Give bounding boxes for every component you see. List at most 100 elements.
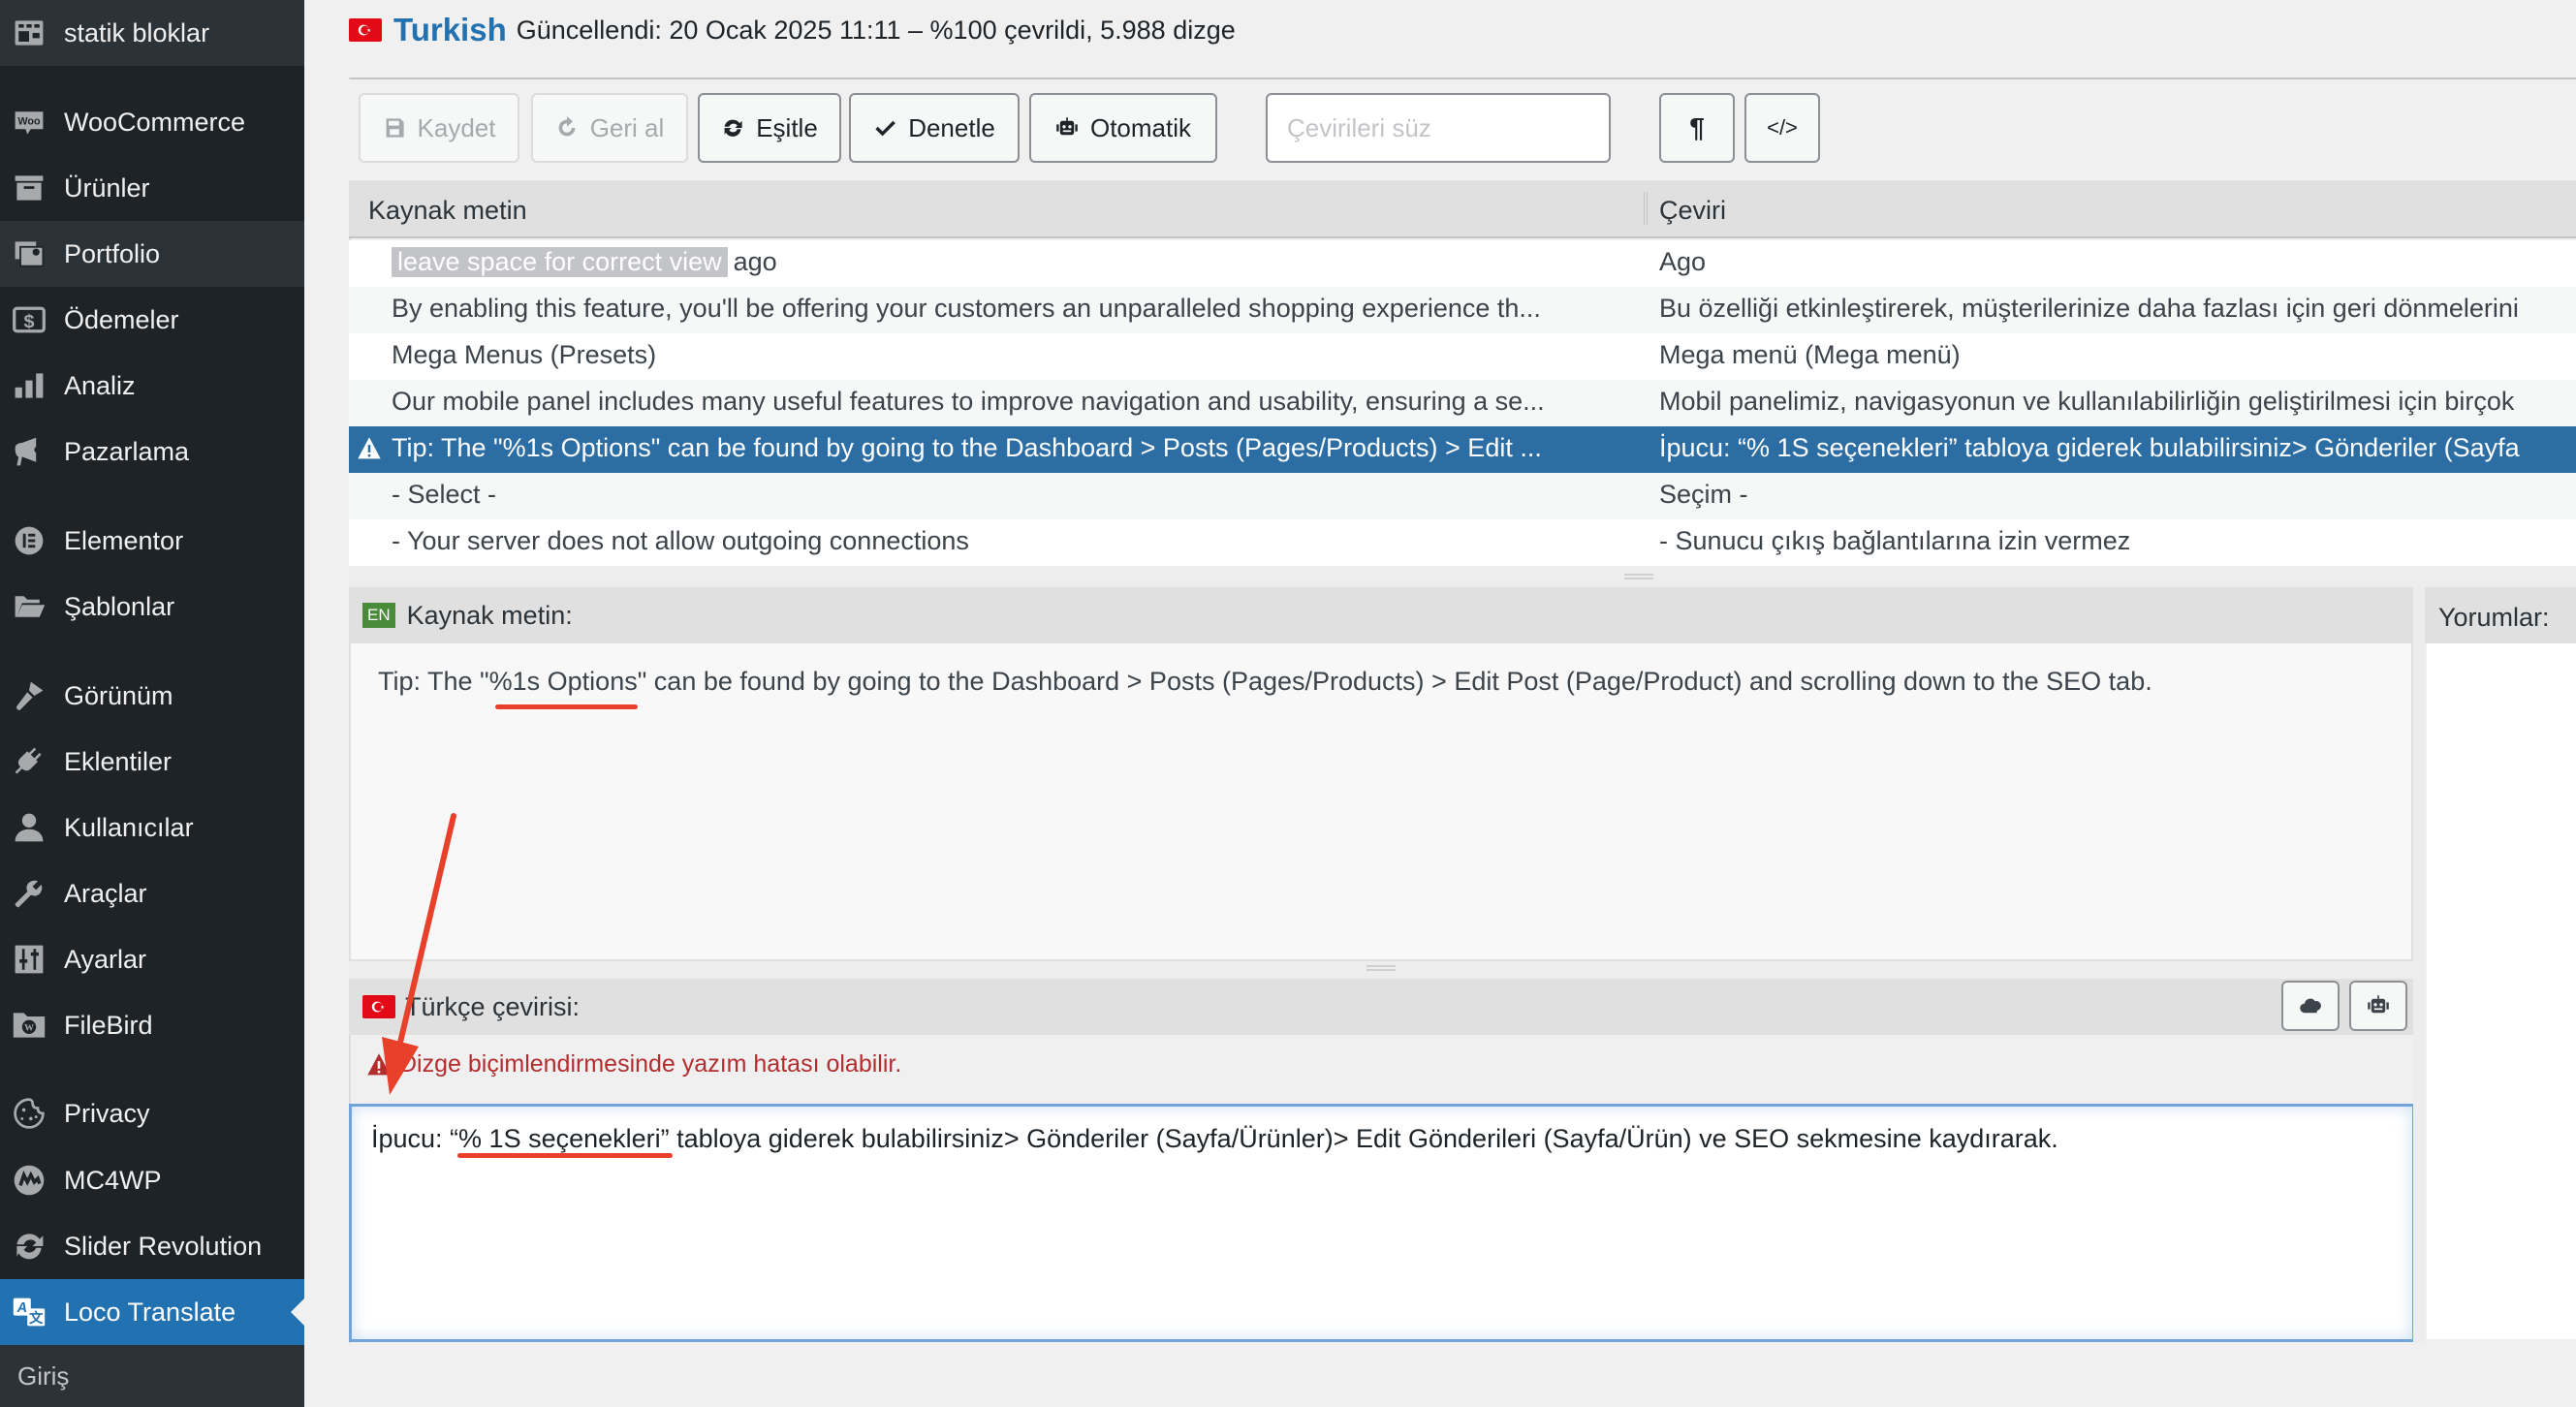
undo-refresh-icon [558,116,576,137]
comments-panel-header: Yorumlar: [2425,587,2576,643]
auto-translate-button[interactable]: Otomatik [1029,93,1217,163]
table-row-selected[interactable]: Tip: The "%1s Options" can be found by g… [349,426,2576,473]
filebird-folder-icon: W [10,1006,48,1045]
column-header-translation[interactable]: Çeviri [1659,196,1726,226]
translation-text: Ago [1659,247,1707,276]
sidebar-item-label: Slider Revolution [64,1231,263,1261]
source-panel-label: Kaynak metin: [406,600,573,630]
strings-list: leave space for correct view ago Ago By e… [349,240,2576,579]
sidebar-item-gorunum[interactable]: Görünüm [0,663,304,729]
sidebar-item-araclar[interactable]: Araçlar [0,860,304,926]
list-editor-splitter[interactable] [349,566,2576,587]
mc4wp-icon [10,1161,48,1200]
translation-textarea[interactable] [349,1104,2415,1342]
filter-translations-input[interactable] [1266,93,1611,163]
sidebar-item-label: Loco Translate [64,1297,236,1327]
source-text: Mega Menus (Presets) [392,340,657,369]
warning-icon [367,1052,391,1075]
pilcrow-icon: ¶ [1689,112,1705,142]
sidebar-item-filebird[interactable]: W FileBird [0,992,304,1058]
sidebar-item-portfolio[interactable]: Portfolio [0,221,304,287]
sidebar-item-label: Şablonlar [64,591,175,621]
sidebar-item-ayarlar[interactable]: Ayarlar [0,926,304,992]
translation-text: Bu özelliği etkinleştirerek, müşterileri… [1659,294,2519,323]
translation-text: - Sunucu çıkış bağlantılarına izin verme… [1659,526,2131,555]
sync-button[interactable]: Eşitle [698,93,841,163]
sidebar-item-label: Portfolio [64,238,161,268]
bar-chart-icon [10,366,48,405]
sidebar-item-pazarlama[interactable]: Pazarlama [0,419,304,485]
table-row[interactable]: Our mobile panel includes many useful fe… [349,380,2576,426]
sidebar-item-label: Ürünler [64,172,150,203]
refresh-icon [10,1227,48,1266]
sidebar-item-sablonlar[interactable]: Şablonlar [0,574,304,640]
paintbrush-icon [10,676,48,715]
format-warning: Dizge biçimlendirmesinde yazım hatası ol… [366,1050,901,1079]
splitter-grip[interactable] [1367,965,1396,971]
sidebar-item-privacy[interactable]: Privacy [0,1080,304,1146]
source-target-splitter[interactable] [349,961,2413,979]
page-title: Turkish Güncellendi: 20 Ocak 2025 11:11 … [349,12,1236,48]
warning-icon [358,437,381,459]
sidebar-item-label: statik bloklar [64,17,210,47]
settings-sliders-icon [10,940,48,979]
wrench-icon [10,874,48,913]
robot-icon [1056,117,1078,136]
translation-panel-label: Türkçe çevirisi: [405,991,581,1021]
plugin-icon [10,742,48,781]
sidebar-item-eklentiler[interactable]: Eklentiler [0,729,304,795]
cloud-translate-button[interactable] [2281,981,2340,1031]
sidebar-item-statik-bloklar[interactable]: statik bloklar [0,0,304,66]
save-button[interactable]: Kaydet [359,93,519,163]
context-tag: leave space for correct view [392,247,728,277]
sidebar-item-woocommerce[interactable]: Woo WooCommerce [0,89,304,155]
cloud-icon [2300,998,2321,1014]
comments-splitter[interactable] [2413,587,2425,1343]
svg-text:A: A [16,1300,27,1316]
current-menu-pointer [291,1298,304,1326]
column-resize-handle[interactable] [1644,192,1648,225]
revert-button[interactable]: Geri al [531,93,688,163]
toggle-invisibles-button[interactable]: ¶ [1659,93,1735,163]
sidebar-item-slider-revolution[interactable]: Slider Revolution [0,1213,304,1279]
table-layout-icon [10,14,48,52]
table-row[interactable]: By enabling this feature, you'll be offe… [349,287,2576,333]
sidebar-item-label: Elementor [64,525,184,555]
sidebar-item-analiz[interactable]: Analiz [0,353,304,419]
submenu-item-giris[interactable]: Giriş [0,1345,304,1407]
sidebar-item-odemeler[interactable]: $ Ödemeler [0,287,304,353]
table-row[interactable]: Mega Menus (Presets) Mega menü (Mega men… [349,333,2576,380]
portfolio-icon [10,234,48,273]
sidebar-item-label: WooCommerce [64,107,246,137]
language-link[interactable]: Turkish [393,12,507,48]
source-text: Tip: The "%1s Options" can be found by g… [392,433,1542,462]
megaphone-icon [10,432,48,471]
auto-translate-single-button[interactable] [2349,981,2407,1031]
source-text: ago [733,247,777,276]
splitter-grip[interactable] [1624,574,1653,579]
svg-text:文: 文 [29,1309,44,1327]
sidebar-item-urunler[interactable]: Ürünler [0,155,304,221]
translate-icon: A文 [10,1293,48,1331]
table-row[interactable]: - Your server does not allow outgoing co… [349,519,2576,566]
sidebar-item-label: Pazarlama [64,436,190,466]
checkmark-icon [875,120,895,137]
annotation-underline [494,704,638,709]
floppy-disk-icon [386,118,404,138]
toggle-code-view-button[interactable]: </> [1744,93,1820,163]
admin-sidebar: statik bloklar Woo WooCommerce Ürünler P… [0,0,304,1407]
column-header-source[interactable]: Kaynak metin [368,196,527,226]
table-row[interactable]: - Select - Seçim - [349,473,2576,519]
sidebar-item-label: Eklentiler [64,746,173,776]
folder-open-icon [10,587,48,626]
sidebar-item-kullanicilar[interactable]: Kullanıcılar [0,795,304,860]
sidebar-item-elementor[interactable]: Elementor [0,508,304,574]
user-icon [10,808,48,847]
robot-icon [2368,995,2389,1014]
cookie-icon [10,1094,48,1133]
sidebar-item-mc4wp[interactable]: MC4WP [0,1147,304,1213]
sidebar-item-loco-translate[interactable]: A文 Loco Translate [0,1279,304,1345]
table-row[interactable]: leave space for correct view ago Ago [349,240,2576,287]
validate-button[interactable]: Denetle [849,93,1020,163]
dollar-icon: $ [10,300,48,339]
